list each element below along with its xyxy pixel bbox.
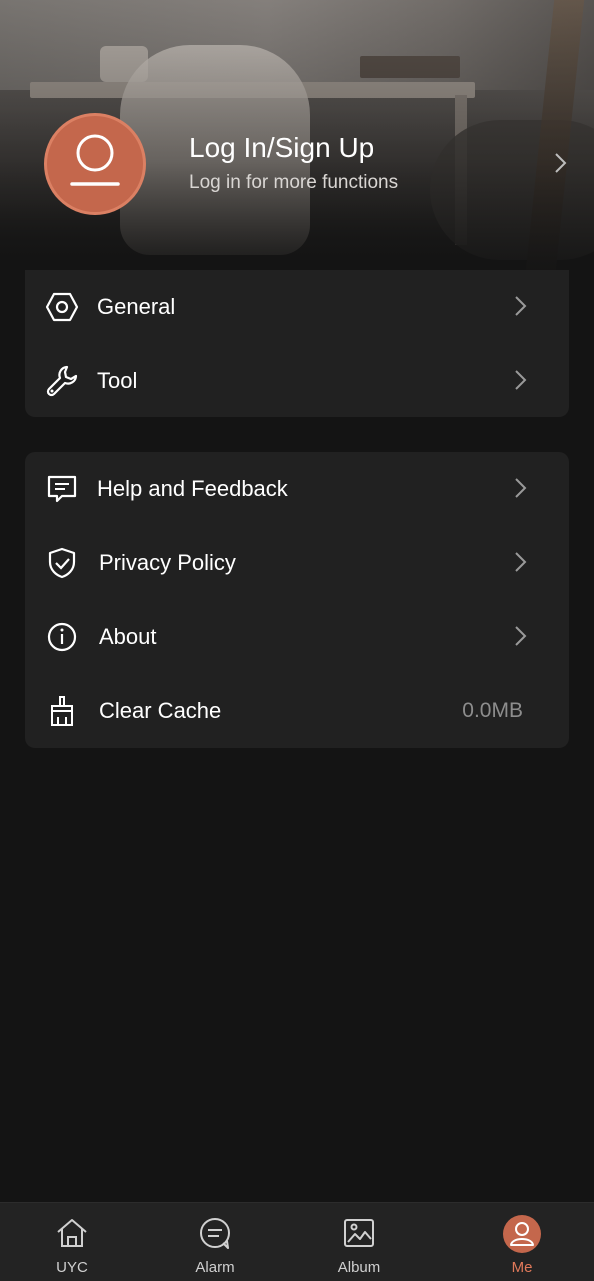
home-icon: [57, 1219, 87, 1247]
broom-icon: [51, 696, 73, 726]
shield-check-icon: [48, 547, 76, 579]
wrench-icon: [46, 365, 78, 397]
chevron-right-icon: [515, 370, 527, 390]
nav-item-album[interactable]: Album: [309, 1203, 409, 1281]
chevron-right-icon[interactable]: [552, 152, 570, 174]
menu-item-privacy-policy[interactable]: Privacy Policy: [25, 526, 569, 600]
settings-card-general: General Tool: [25, 270, 569, 417]
info-icon: [47, 622, 77, 652]
user-icon: [70, 134, 120, 186]
chevron-right-icon: [515, 478, 527, 498]
message-icon: [47, 475, 77, 503]
menu-item-about[interactable]: About: [25, 600, 569, 674]
image-icon: [344, 1219, 374, 1247]
menu-item-help-feedback[interactable]: Help and Feedback: [25, 452, 569, 526]
nav-label: UYC: [56, 1259, 88, 1276]
nav-label: Me: [511, 1259, 533, 1276]
nav-item-uyc[interactable]: UYC: [22, 1203, 122, 1281]
menu-item-general[interactable]: General: [25, 270, 569, 344]
cache-size-value: 0.0MB: [462, 699, 523, 722]
chat-icon: [200, 1218, 230, 1249]
user-icon: [510, 1222, 534, 1246]
menu-item-label: Help and Feedback: [97, 476, 288, 501]
menu-item-label: Tool: [97, 368, 138, 393]
hexagon-settings-icon: [45, 292, 79, 322]
chevron-right-icon: [515, 296, 527, 316]
chevron-right-icon: [515, 552, 527, 572]
nav-item-alarm[interactable]: Alarm: [165, 1203, 265, 1281]
menu-item-clear-cache[interactable]: Clear Cache 0.0MB: [25, 674, 569, 748]
menu-item-label: Privacy Policy: [99, 550, 236, 575]
bottom-navigation: UYC Alarm Album Me: [0, 1202, 594, 1281]
avatar[interactable]: [44, 113, 146, 215]
login-subtitle: Log in for more functions: [189, 172, 399, 193]
menu-item-label: About: [99, 624, 157, 649]
menu-item-tool[interactable]: Tool: [25, 344, 569, 418]
menu-item-label: Clear Cache: [99, 698, 222, 723]
nav-label: Album: [337, 1259, 381, 1276]
menu-item-label: General: [97, 294, 176, 319]
settings-card-support: Help and Feedback Privacy Policy About C…: [25, 452, 569, 748]
login-title[interactable]: Log In/Sign Up: [189, 132, 374, 164]
chevron-right-icon: [515, 626, 527, 646]
nav-label: Alarm: [195, 1259, 235, 1276]
nav-item-me[interactable]: Me: [472, 1203, 572, 1281]
